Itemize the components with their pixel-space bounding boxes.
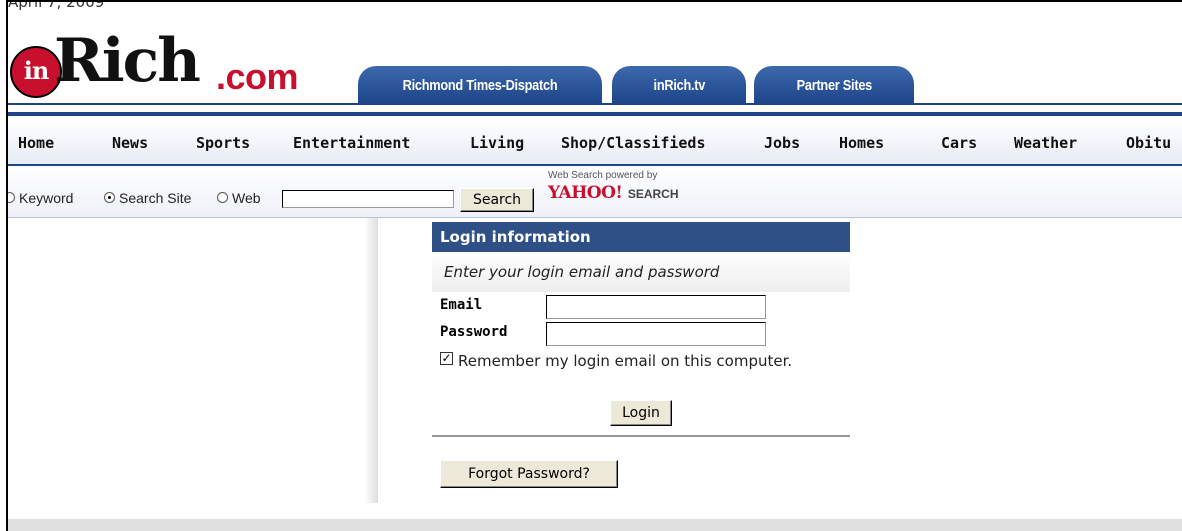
tab-label: Partner Sites — [796, 76, 872, 94]
footer-bar — [8, 519, 1182, 531]
nav-item-weather[interactable]: Weather — [1014, 134, 1077, 152]
nav-item-living[interactable]: Living — [470, 134, 524, 152]
nav-item-news[interactable]: News — [112, 134, 148, 152]
radio-keyword[interactable] — [8, 192, 15, 203]
remember-email-label: Remember my login email on this computer… — [458, 352, 793, 370]
nav-item-entertainment[interactable]: Entertainment — [293, 134, 410, 152]
site-tabs: Richmond Times-Dispatch inRich.tv Partne… — [348, 66, 1178, 104]
header-divider — [8, 103, 1182, 105]
nav-item-jobs[interactable]: Jobs — [764, 134, 800, 152]
nav-item-home[interactable]: Home — [18, 134, 54, 152]
search-button[interactable]: Search — [460, 188, 534, 212]
nav-item-obituaries[interactable]: Obitu — [1126, 134, 1171, 152]
inrich-logo[interactable]: in Rich .com — [8, 26, 348, 110]
powered-by-text: Web Search powered by — [548, 170, 658, 181]
tab-label: Richmond Times-Dispatch — [402, 76, 558, 94]
radio-keyword-label: Keyword — [19, 190, 74, 206]
yahoo-logo-text: YAHOO! — [548, 183, 623, 203]
login-divider — [432, 435, 850, 437]
radio-web-label: Web — [232, 190, 261, 206]
logo-badge-text: in — [23, 56, 50, 85]
email-field[interactable] — [546, 295, 766, 319]
nav-item-sports[interactable]: Sports — [196, 134, 250, 152]
logo-name: Rich — [54, 26, 201, 96]
nav-item-shop-classifieds[interactable]: Shop/Classifieds — [561, 134, 706, 152]
radio-search-site-label: Search Site — [119, 190, 192, 206]
tab-partner-sites[interactable]: Partner Sites — [754, 66, 914, 104]
password-label: Password — [440, 324, 508, 340]
yahoo-search-logo: YAHOO! SEARCH — [548, 183, 678, 203]
page-date: April 7, 2009 — [8, 0, 105, 11]
browser-viewport: April 7, 2009 in Rich .com Richmond Time… — [6, 0, 1182, 531]
nav-item-homes[interactable]: Homes — [839, 134, 884, 152]
tab-inrich-tv[interactable]: inRich.tv — [612, 66, 746, 104]
search-input[interactable] — [282, 190, 454, 208]
login-header: Login information — [432, 222, 850, 252]
forgot-password-button[interactable]: Forgot Password? — [440, 460, 618, 488]
remember-email-checkbox[interactable]: ✓ — [440, 352, 453, 365]
email-label: Email — [440, 297, 483, 313]
radio-search-site[interactable] — [104, 192, 115, 203]
search-bar: Keyword Search Site Web Search Web Searc… — [8, 166, 1182, 218]
tab-label: inRich.tv — [653, 76, 705, 94]
header-divider-thick — [8, 112, 1182, 116]
logo-suffix: .com — [216, 56, 299, 97]
main-nav: Home News Sports Entertainment Living Sh… — [8, 120, 1182, 166]
yahoo-search-text: SEARCH — [627, 187, 679, 201]
login-instruction: Enter your login email and password — [432, 252, 850, 292]
column-divider — [364, 218, 378, 503]
login-button[interactable]: Login — [610, 400, 672, 426]
tab-richmond-times-dispatch[interactable]: Richmond Times-Dispatch — [358, 66, 602, 104]
radio-web[interactable] — [217, 192, 228, 203]
password-field[interactable] — [546, 322, 766, 346]
nav-item-cars[interactable]: Cars — [941, 134, 977, 152]
